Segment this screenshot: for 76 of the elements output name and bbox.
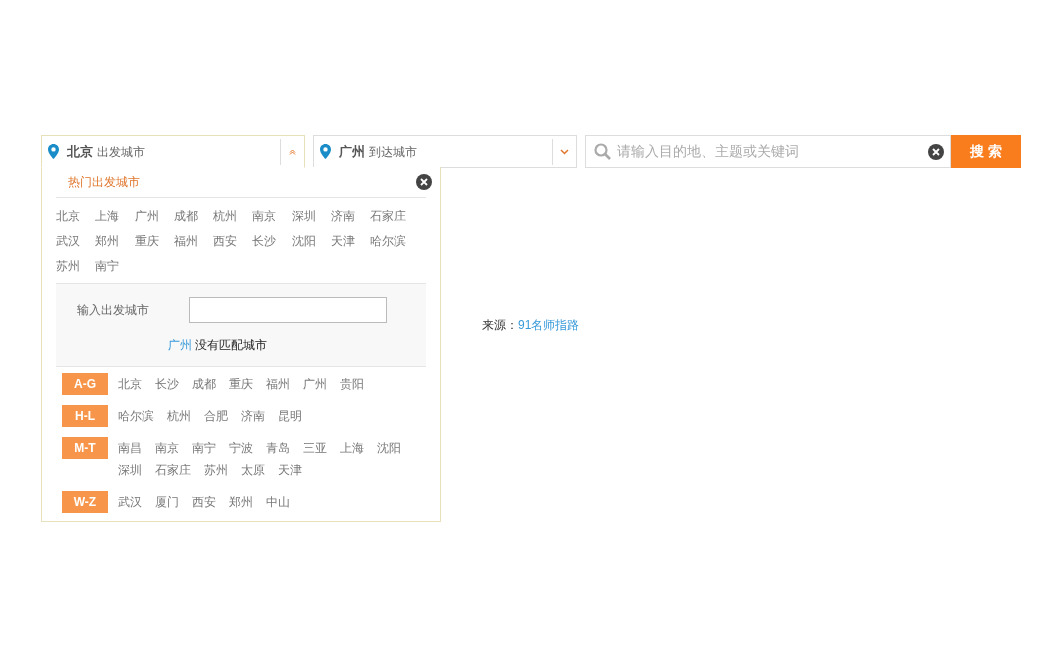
city-link[interactable]: 太原 xyxy=(241,459,265,481)
city-link[interactable]: 青岛 xyxy=(266,437,290,459)
close-icon[interactable] xyxy=(416,174,432,190)
clear-icon[interactable] xyxy=(928,143,944,160)
city-link[interactable]: 合肥 xyxy=(204,405,228,427)
no-match-message: 广州 没有匹配城市 xyxy=(168,337,269,354)
city-link[interactable]: 武汉 xyxy=(118,491,142,513)
search-input[interactable]: 请输入目的地、主题或关键词 xyxy=(617,141,928,162)
city-link[interactable]: 天津 xyxy=(331,229,356,254)
city-link[interactable]: 深圳 xyxy=(118,459,142,481)
city-link[interactable]: 天津 xyxy=(278,459,302,481)
location-pin-icon xyxy=(48,144,59,159)
city-link[interactable]: 济南 xyxy=(241,405,265,427)
selected-city: 广州 xyxy=(339,142,365,161)
city-link[interactable]: 苏州 xyxy=(56,254,80,279)
city-link[interactable]: 西安 xyxy=(192,491,216,513)
caret-up-icon xyxy=(289,148,296,155)
city-link[interactable]: 南京 xyxy=(155,437,179,459)
city-link[interactable]: 宁波 xyxy=(229,437,253,459)
city-input[interactable] xyxy=(189,297,387,323)
departure-field[interactable]: 北京 出发城市 xyxy=(41,135,305,168)
city-link[interactable]: 南宁 xyxy=(192,437,216,459)
city-link[interactable]: 哈尔滨 xyxy=(370,229,407,254)
field-label: 到达城市 xyxy=(369,143,417,161)
city-link[interactable]: 广州 xyxy=(134,204,159,229)
city-link[interactable]: 成都 xyxy=(173,204,198,229)
city-link[interactable]: 北京 xyxy=(118,373,142,395)
search-field[interactable]: 请输入目的地、主题或关键词 xyxy=(585,135,951,168)
city-link[interactable]: 杭州 xyxy=(213,204,238,229)
input-label: 输入出发城市 xyxy=(77,302,150,319)
letter-range-tag: H-L xyxy=(62,405,108,427)
city-link[interactable]: 北京 xyxy=(56,204,80,229)
city-link[interactable]: 西安 xyxy=(213,229,238,254)
city-link[interactable]: 广州 xyxy=(303,373,327,395)
city-link[interactable]: 苏州 xyxy=(204,459,228,481)
selected-city: 北京 xyxy=(67,142,93,161)
letter-range-tag: W-Z xyxy=(62,491,108,513)
city-link[interactable]: 济南 xyxy=(331,204,356,229)
city-link[interactable]: 哈尔滨 xyxy=(118,405,154,427)
city-link[interactable]: 昆明 xyxy=(278,405,302,427)
source-label: 来源： xyxy=(482,317,518,334)
city-link[interactable]: 沈阳 xyxy=(291,229,316,254)
search-icon xyxy=(594,143,611,160)
city-link[interactable]: 重庆 xyxy=(229,373,253,395)
search-button[interactable]: 搜 索 xyxy=(951,135,1021,168)
city-link[interactable]: 长沙 xyxy=(155,373,179,395)
city-link[interactable]: 南京 xyxy=(252,204,277,229)
city-link[interactable]: 上海 xyxy=(340,437,364,459)
city-link[interactable]: 成都 xyxy=(192,373,216,395)
city-link[interactable]: 石家庄 xyxy=(155,459,191,481)
letter-range-tag: A-G xyxy=(62,373,108,395)
city-link[interactable]: 福州 xyxy=(173,229,198,254)
field-label: 出发城市 xyxy=(97,143,145,161)
city-link[interactable]: 贵阳 xyxy=(340,373,364,395)
city-link[interactable]: 南昌 xyxy=(118,437,142,459)
location-pin-icon xyxy=(320,144,331,159)
letter-range-tag: M-T xyxy=(62,437,108,459)
city-link[interactable]: 杭州 xyxy=(167,405,191,427)
city-link[interactable]: 石家庄 xyxy=(370,204,407,229)
city-link[interactable]: 武汉 xyxy=(56,229,80,254)
source-link[interactable]: 91名师指路 xyxy=(518,316,580,334)
caret-down-icon xyxy=(560,148,569,155)
city-link[interactable]: 福州 xyxy=(266,373,290,395)
city-link[interactable]: 郑州 xyxy=(229,491,253,513)
panel-title: 热门出发城市 xyxy=(68,174,140,191)
city-link[interactable]: 三亚 xyxy=(303,437,327,459)
city-link[interactable]: 上海 xyxy=(95,204,120,229)
city-link[interactable]: 重庆 xyxy=(134,229,159,254)
city-link[interactable]: 郑州 xyxy=(95,229,120,254)
city-link[interactable]: 长沙 xyxy=(252,229,277,254)
city-link[interactable]: 厦门 xyxy=(155,491,179,513)
city-link[interactable]: 沈阳 xyxy=(377,437,401,459)
city-link[interactable]: 深圳 xyxy=(291,204,316,229)
arrival-field[interactable]: 广州 到达城市 xyxy=(313,135,577,168)
city-link[interactable]: 中山 xyxy=(266,491,290,513)
city-link[interactable]: 南宁 xyxy=(95,254,120,279)
